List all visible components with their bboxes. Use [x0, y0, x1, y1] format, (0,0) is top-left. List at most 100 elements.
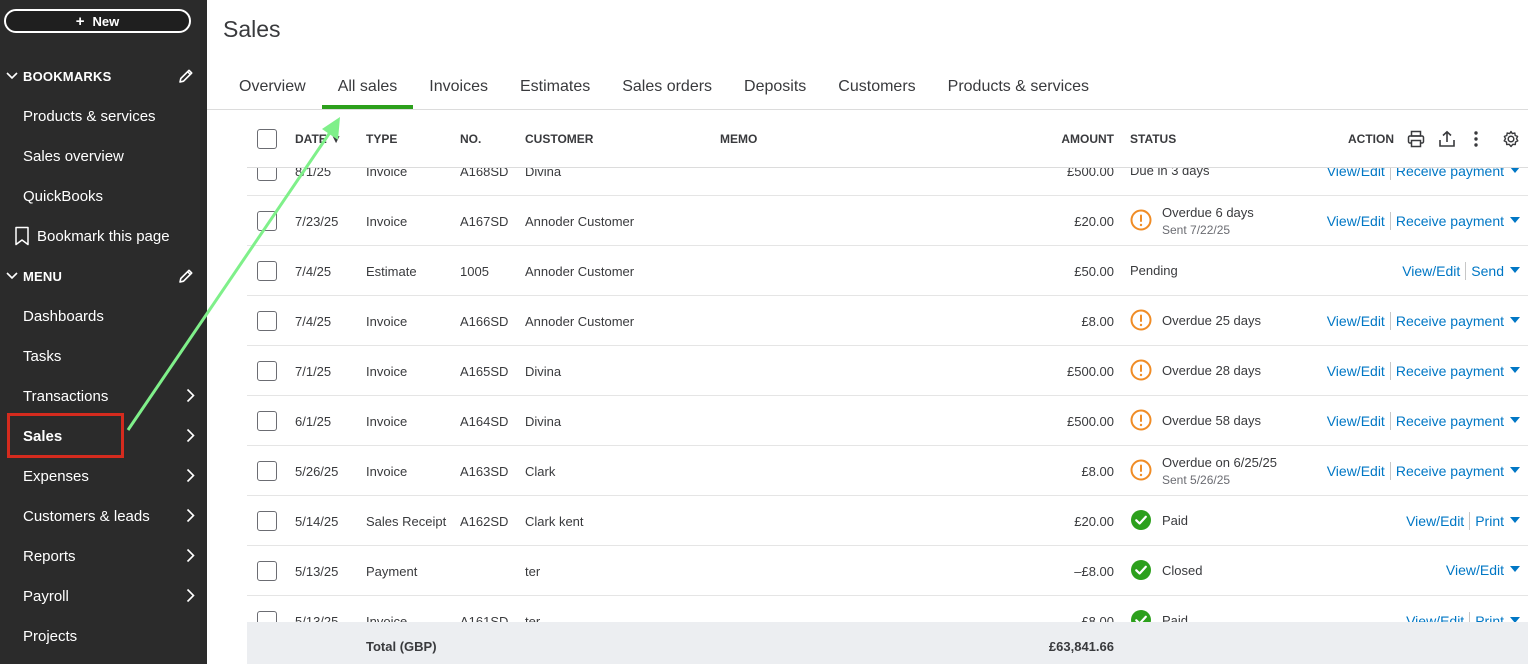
row-actions: View/Edit Receive payment	[1327, 312, 1520, 330]
row-customer: Divina	[525, 364, 562, 379]
row-status: Overdue 25 days	[1130, 309, 1261, 331]
bookmark-this-page-button[interactable]: Bookmark this page	[0, 220, 207, 252]
row-checkbox[interactable]	[257, 311, 277, 331]
column-header-date[interactable]: DATE ▼	[295, 132, 342, 146]
action-dropdown-caret-icon[interactable]	[1510, 215, 1520, 227]
bookmark-item-quickbooks[interactable]: QuickBooks	[0, 180, 207, 212]
status-label: Overdue 28 days	[1162, 363, 1262, 378]
action-link-view-edit[interactable]: View/Edit	[1446, 562, 1504, 578]
action-dropdown-caret-icon[interactable]	[1510, 365, 1520, 377]
action-link-receive-payment[interactable]: Receive payment	[1396, 463, 1504, 479]
table-row[interactable]: 5/14/25 Sales Receipt A162SD Clark kent £20.…	[247, 496, 1528, 546]
bookmark-this-page-label: Bookmark this page	[37, 227, 170, 245]
table-row[interactable]: 7/23/25 Invoice A167SD Annoder Customer £20.…	[247, 196, 1528, 246]
tab-overview[interactable]: Overview	[223, 66, 322, 108]
action-link-view-edit[interactable]: View/Edit	[1327, 363, 1385, 379]
row-checkbox[interactable]	[257, 461, 277, 481]
tab-customers[interactable]: Customers	[822, 66, 931, 108]
select-all-checkbox[interactable]	[257, 129, 277, 149]
tab-products-and-services[interactable]: Products & services	[932, 66, 1105, 108]
column-header-no[interactable]: NO.	[460, 132, 481, 146]
table-row[interactable]: 5/26/25 Invoice A163SD Clark £8.00 Overdue on…	[247, 446, 1528, 496]
tab-all-sales[interactable]: All sales	[321, 66, 414, 109]
action-link-receive-payment[interactable]: Receive payment	[1396, 363, 1504, 379]
row-date: 6/1/25	[295, 414, 332, 429]
row-date: 5/26/25	[295, 464, 339, 479]
table-row[interactable]: 7/1/25 Invoice A165SD Divina £500.00 Overdue …	[247, 346, 1528, 396]
settings-gear-icon[interactable]	[1502, 130, 1520, 151]
column-header-amount[interactable]: AMOUNT	[994, 132, 1114, 146]
action-link-view-edit[interactable]: View/Edit	[1327, 413, 1385, 429]
bookmark-label: Sales overview	[23, 147, 124, 165]
row-actions: View/Edit Receive payment	[1327, 362, 1520, 380]
row-date: 5/14/25	[295, 514, 339, 529]
status-label: Pending	[1130, 263, 1178, 278]
export-icon[interactable]	[1438, 130, 1456, 151]
row-status: Overdue 58 days	[1130, 409, 1261, 431]
sidebar-item-tasks[interactable]: Tasks	[0, 340, 207, 372]
action-link-view-edit[interactable]: View/Edit	[1327, 213, 1385, 229]
action-link-view-edit[interactable]: View/Edit	[1406, 513, 1464, 529]
table-row[interactable]: 5/13/25 Payment ter –£8.00 Closed View/Edit	[247, 546, 1528, 596]
table-row[interactable]: 7/4/25 Invoice A166SD Annoder Customer £8.00…	[247, 296, 1528, 346]
action-dropdown-caret-icon[interactable]	[1510, 564, 1520, 576]
warning-icon	[1130, 459, 1152, 481]
bookmark-item-products-services[interactable]: Products & services	[0, 100, 207, 132]
table-header: DATE ▼ TYPE NO. CUSTOMER MEMO AMOUNT STA…	[247, 110, 1528, 168]
print-icon[interactable]	[1407, 130, 1425, 151]
tab-sales-orders[interactable]: Sales orders	[606, 66, 728, 108]
edit-menu-pencil-icon[interactable]	[177, 267, 195, 288]
row-status: Closed	[1130, 560, 1202, 581]
sidebar-item-projects[interactable]: Projects	[0, 620, 207, 652]
row-checkbox[interactable]	[257, 561, 277, 581]
row-status: Overdue 28 days	[1130, 359, 1262, 381]
column-header-action: ACTION	[1348, 132, 1394, 146]
more-options-icon[interactable]	[1473, 130, 1479, 151]
row-customer: Clark	[525, 464, 556, 479]
action-link-receive-payment[interactable]: Receive payment	[1396, 213, 1504, 229]
table-row[interactable]: 7/4/25 Estimate 1005 Annoder Customer £50.00…	[247, 246, 1528, 296]
bookmarks-heading[interactable]: BOOKMARKS	[0, 61, 207, 91]
sidebar-item-dashboards[interactable]: Dashboards	[0, 300, 207, 332]
row-checkbox[interactable]	[257, 211, 277, 231]
action-dropdown-caret-icon[interactable]	[1510, 415, 1520, 427]
row-amount: £8.00	[1081, 314, 1114, 329]
sidebar-item-payroll[interactable]: Payroll	[0, 580, 207, 612]
sidebar-item-expenses[interactable]: Expenses	[0, 460, 207, 492]
action-dropdown-caret-icon[interactable]	[1510, 315, 1520, 327]
table-row[interactable]: 6/1/25 Invoice A164SD Divina £500.00 Overdue …	[247, 396, 1528, 446]
row-date: 7/1/25	[295, 364, 332, 379]
sidebar-item-sales[interactable]: Sales	[0, 420, 207, 452]
row-checkbox[interactable]	[257, 411, 277, 431]
tab-deposits[interactable]: Deposits	[728, 66, 822, 108]
tab-estimates[interactable]: Estimates	[504, 66, 606, 108]
row-checkbox[interactable]	[257, 361, 277, 381]
action-link-print[interactable]: Print	[1475, 513, 1504, 529]
row-number: 1005	[460, 264, 489, 279]
menu-heading[interactable]: MENU	[0, 261, 207, 291]
warning-icon	[1130, 359, 1152, 381]
bookmarks-heading-label: BOOKMARKS	[23, 68, 112, 84]
action-dropdown-caret-icon[interactable]	[1510, 515, 1520, 527]
bookmark-item-sales-overview[interactable]: Sales overview	[0, 140, 207, 172]
column-header-type[interactable]: TYPE	[366, 132, 397, 146]
column-header-memo[interactable]: MEMO	[720, 132, 757, 146]
row-checkbox[interactable]	[257, 261, 277, 281]
action-link-view-edit[interactable]: View/Edit	[1402, 263, 1460, 279]
new-button[interactable]: + New	[4, 9, 191, 33]
row-checkbox[interactable]	[257, 511, 277, 531]
column-header-customer[interactable]: CUSTOMER	[525, 132, 593, 146]
action-link-receive-payment[interactable]: Receive payment	[1396, 413, 1504, 429]
action-dropdown-caret-icon[interactable]	[1510, 265, 1520, 277]
action-dropdown-caret-icon[interactable]	[1510, 465, 1520, 477]
action-link-receive-payment[interactable]: Receive payment	[1396, 313, 1504, 329]
edit-bookmarks-pencil-icon[interactable]	[177, 67, 195, 88]
tab-invoices[interactable]: Invoices	[413, 66, 504, 108]
column-header-status[interactable]: STATUS	[1130, 132, 1176, 146]
sidebar-item-reports[interactable]: Reports	[0, 540, 207, 572]
sidebar-item-transactions[interactable]: Transactions	[0, 380, 207, 412]
action-link-view-edit[interactable]: View/Edit	[1327, 463, 1385, 479]
sidebar-item-customers-and-leads[interactable]: Customers & leads	[0, 500, 207, 532]
action-link-view-edit[interactable]: View/Edit	[1327, 313, 1385, 329]
action-link-send[interactable]: Send	[1471, 263, 1504, 279]
